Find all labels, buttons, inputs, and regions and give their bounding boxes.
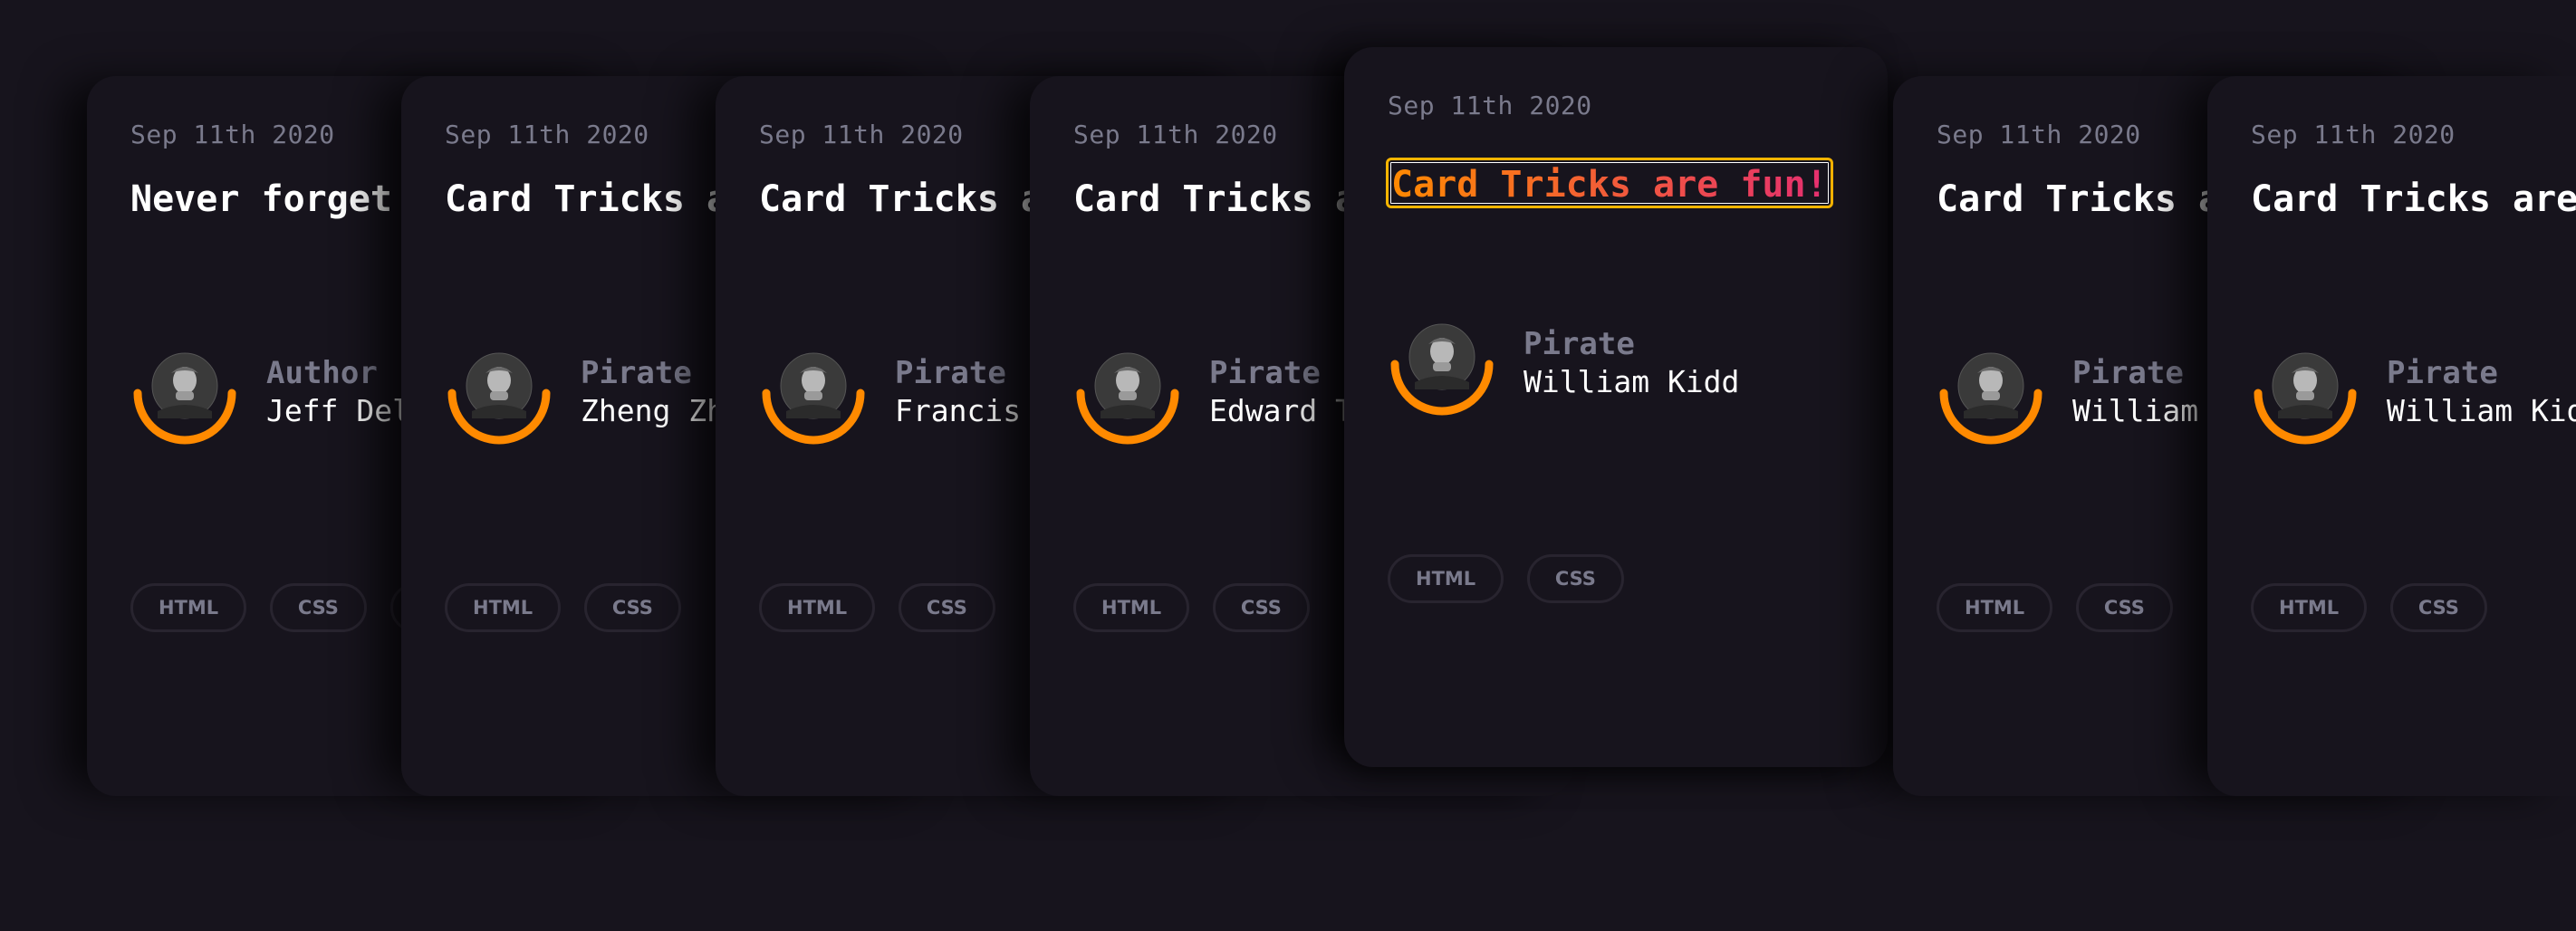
avatar[interactable]: [1937, 348, 2045, 456]
card-title[interactable]: Card Tricks are fun!: [2251, 172, 2576, 226]
author-name: William Kidd: [1523, 364, 1740, 399]
avatar-ring-icon: [1939, 352, 2043, 445]
author-label: Pirate: [2072, 355, 2184, 391]
avatar-ring-icon: [2254, 352, 2357, 445]
card-title[interactable]: Never forget: [130, 172, 392, 226]
tag-css[interactable]: CSS: [2389, 583, 2487, 632]
tag-list: HTML CSS: [1937, 583, 2187, 632]
author-name: William Kidd: [2387, 393, 2576, 428]
tag-html[interactable]: HTML: [1388, 554, 1504, 603]
avatar[interactable]: [2251, 348, 2360, 456]
card-date: Sep 11th 2020: [1937, 120, 2141, 149]
tag-css[interactable]: CSS: [269, 583, 367, 632]
tag-list: HTML CSS: [445, 583, 696, 632]
author-label: Author: [266, 355, 378, 391]
author-label: Pirate: [1523, 326, 1635, 362]
avatar-ring-icon: [762, 352, 865, 445]
card-hovered[interactable]: Sep 11th 2020 Card Tricks are fun! Pirat…: [1344, 47, 1888, 767]
avatar-ring-icon: [1390, 323, 1494, 416]
author-label: Pirate: [895, 355, 1006, 391]
avatar-ring-icon: [1076, 352, 1179, 445]
tag-list: HTML CSS: [1388, 554, 1639, 603]
tag-css[interactable]: CSS: [2075, 583, 2173, 632]
tag-list: HTML CSS: [2251, 583, 2502, 632]
card-date: Sep 11th 2020: [2251, 120, 2456, 149]
card-list: Sep 11th 2020 Never forget Author Jeff D…: [0, 0, 2576, 931]
avatar[interactable]: [1073, 348, 1182, 456]
card[interactable]: Sep 11th 2020 Card Tricks are fun! Pirat…: [2207, 76, 2576, 796]
avatar[interactable]: [759, 348, 868, 456]
author-label: Pirate: [1209, 355, 1321, 391]
tag-css[interactable]: CSS: [1212, 583, 1310, 632]
card-date: Sep 11th 2020: [1388, 91, 1592, 120]
card-title-highlighted[interactable]: Card Tricks are fun!: [1386, 158, 1833, 208]
tag-html[interactable]: HTML: [130, 583, 247, 632]
tag-html[interactable]: HTML: [759, 583, 876, 632]
card-date: Sep 11th 2020: [130, 120, 335, 149]
tag-html[interactable]: HTML: [445, 583, 562, 632]
tag-html[interactable]: HTML: [2251, 583, 2368, 632]
tag-list: HTML CSS: [1073, 583, 1324, 632]
avatar[interactable]: [1388, 319, 1496, 427]
tag-html[interactable]: HTML: [1937, 583, 2053, 632]
tag-html[interactable]: HTML: [1073, 583, 1190, 632]
author-label: Pirate: [2387, 355, 2498, 391]
avatar[interactable]: [130, 348, 239, 456]
author-label: Pirate: [581, 355, 692, 391]
tag-css[interactable]: CSS: [583, 583, 681, 632]
card-date: Sep 11th 2020: [759, 120, 964, 149]
avatar[interactable]: [445, 348, 553, 456]
tag-css[interactable]: CSS: [1526, 554, 1624, 603]
card-date: Sep 11th 2020: [1073, 120, 1278, 149]
tag-css[interactable]: CSS: [898, 583, 995, 632]
tag-list: HTML CSS: [759, 583, 1010, 632]
avatar-ring-icon: [133, 352, 236, 445]
card-date: Sep 11th 2020: [445, 120, 649, 149]
avatar-ring-icon: [447, 352, 551, 445]
